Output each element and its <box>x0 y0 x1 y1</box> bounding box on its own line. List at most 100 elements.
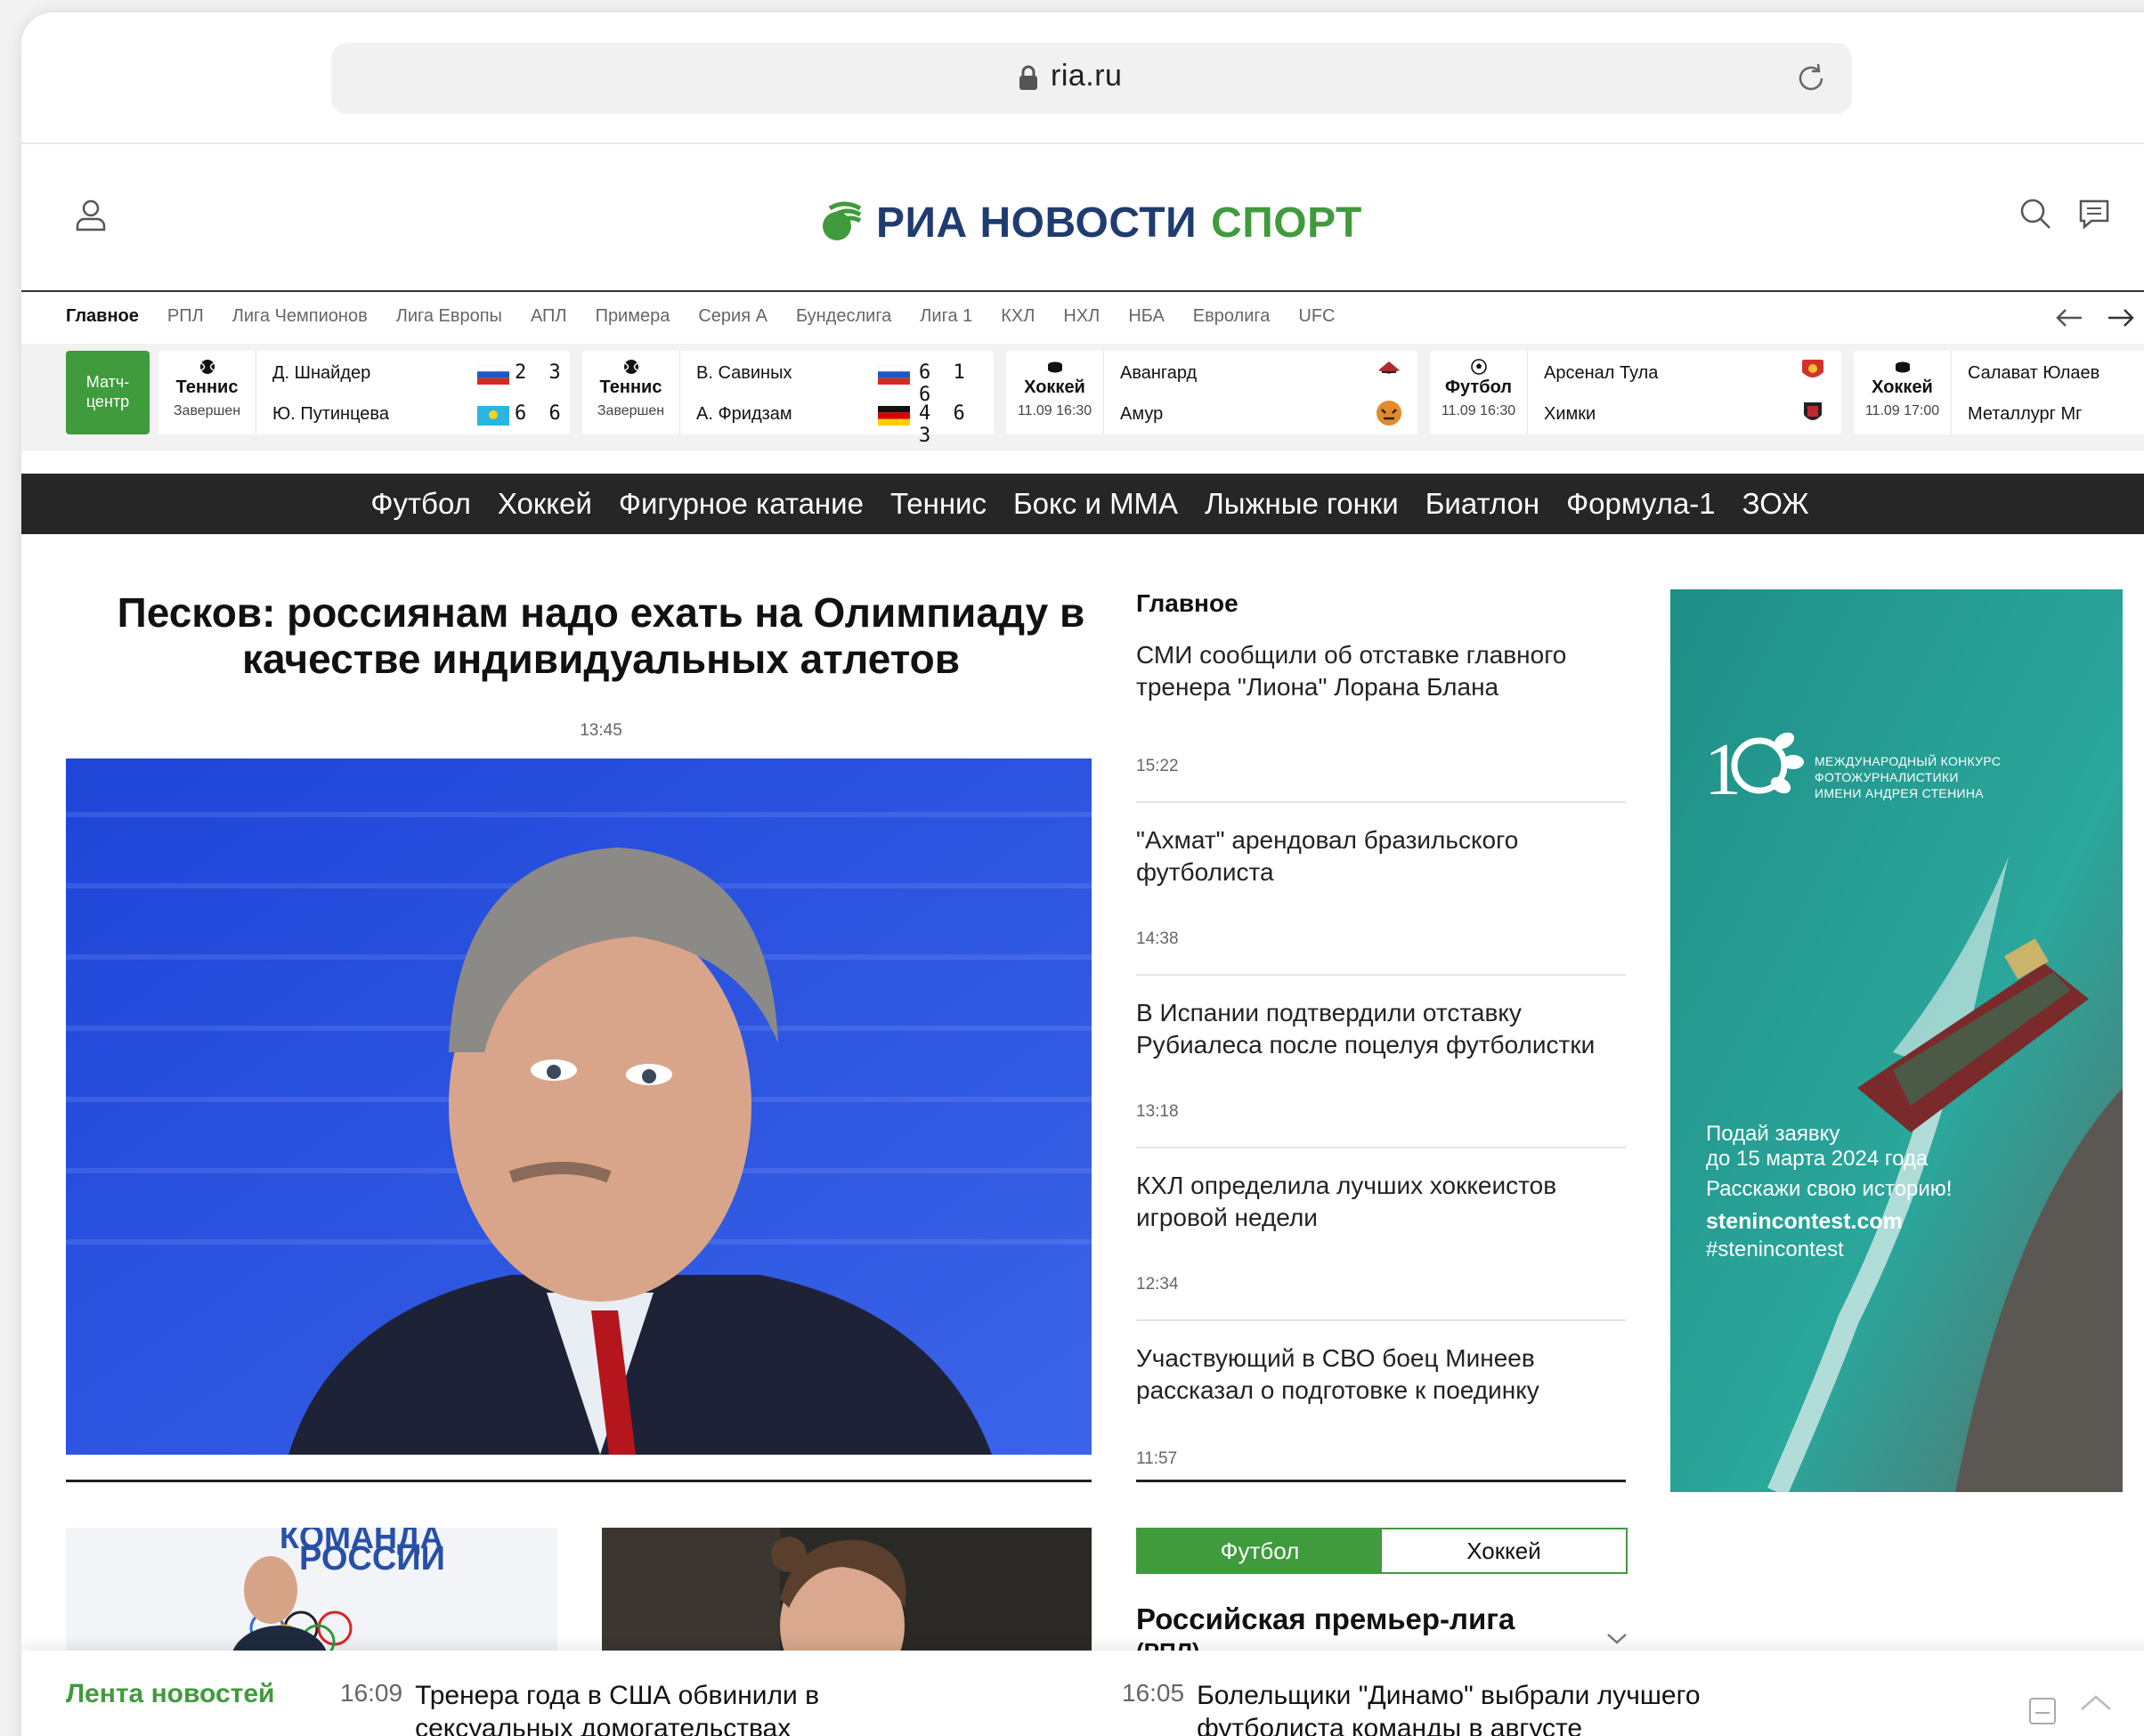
address-bar[interactable]: ria.ru <box>331 43 1852 114</box>
team-emblem-icon <box>1804 402 1822 420</box>
news-item[interactable]: КХЛ определила лучших хоккеистов игровой… <box>1136 1148 1626 1321</box>
match-team: Металлург Мг <box>1968 404 2083 424</box>
match-team: Ю. Путинцева <box>272 404 389 424</box>
league-nav-item[interactable]: Бундеслига <box>796 306 891 338</box>
reload-icon[interactable] <box>1791 59 1831 98</box>
kazakhstan-flag-icon <box>477 406 509 426</box>
team-emblem-icon <box>1377 401 1401 426</box>
news-headline: Участвующий в СВО боец Минеев рассказал … <box>1136 1344 1539 1404</box>
league-nav-item[interactable]: НБА <box>1128 306 1164 338</box>
league-nav-item[interactable]: КХЛ <box>1001 306 1035 338</box>
ticker-item[interactable]: 16:09 Тренера года в США обвинили в секс… <box>340 1679 985 1736</box>
match-card[interactable]: Теннис Завершен В. Савиных А. Фридзам 6 … <box>582 351 994 447</box>
league-nav-item[interactable]: Евролига <box>1193 306 1271 338</box>
news-item[interactable]: В Испании подтвердили отставку Рубиалеса… <box>1136 976 1626 1148</box>
league-nav-item[interactable]: РПЛ <box>167 306 204 338</box>
ad-hashtag: #stenincontest <box>1706 1237 1844 1261</box>
league-nav-item[interactable]: Главное <box>66 306 139 338</box>
league-nav-item[interactable]: Серия А <box>698 306 767 338</box>
sport-nav-item[interactable]: Теннис <box>890 487 987 521</box>
team-emblem-icon <box>1802 360 1823 377</box>
match-sport: Хоккей 11.09 17:00 <box>1854 351 1952 434</box>
news-ticker: Лента новостей 16:09 Тренера года в США … <box>21 1651 2144 1736</box>
sport-nav-item[interactable]: Формула-1 <box>1566 487 1716 521</box>
news-thumbnail[interactable]: КОМАНДА РОССИИ <box>66 1528 557 1661</box>
sport-nav-item[interactable]: Лыжные гонки <box>1205 487 1399 521</box>
tab-hockey[interactable]: Хоккей <box>1382 1529 1626 1572</box>
match-team: А. Фридзам <box>696 404 792 424</box>
news-thumbnail[interactable] <box>602 1528 1092 1661</box>
chevron-down-icon[interactable] <box>1604 1627 1629 1649</box>
match-card[interactable]: Хоккей 11.09 17:00 Салават Юлаев Металлу… <box>1854 351 2144 434</box>
match-sport: Футбол 11.09 16:30 <box>1430 351 1528 434</box>
arrow-right-icon[interactable] <box>2105 304 2137 331</box>
match-card[interactable]: Теннис Завершен Д. Шнайдер Ю. Путинцева … <box>158 351 570 434</box>
ad-line: до 15 марта 2024 года <box>1706 1147 1929 1171</box>
ticker-time: 16:09 <box>340 1679 403 1707</box>
sport-nav-item[interactable]: ЗОЖ <box>1742 487 1809 521</box>
league-nav-item[interactable]: НХЛ <box>1063 306 1100 338</box>
ticker-item[interactable]: 16:05 Болельщики "Динамо" выбрали лучшег… <box>1122 1679 1766 1736</box>
match-team: Д. Шнайдер <box>272 363 371 383</box>
league-nav-item[interactable]: Примера <box>596 306 670 338</box>
user-icon[interactable] <box>71 196 110 235</box>
league-table-title[interactable]: Российская премьер-лига <box>1136 1602 1515 1636</box>
advertisement-banner[interactable]: 1 МЕЖДУНАРОДНЫЙ КОНКУРС ФОТОЖУРНАЛИСТИКИ… <box>1670 589 2123 1492</box>
sport-nav-item[interactable]: Хоккей <box>498 487 592 521</box>
match-status: 11.09 16:30 <box>1441 403 1516 418</box>
match-score: 6 1 6 <box>919 361 970 406</box>
chevron-up-icon[interactable] <box>2078 1686 2114 1722</box>
league-nav-item[interactable]: Лига Чемпионов <box>232 306 368 338</box>
sport-nav-item[interactable]: Бокс и ММА <box>1013 487 1178 521</box>
league-nav-item[interactable]: Лига 1 <box>920 306 972 338</box>
ad-site-link[interactable]: stenincontest.com <box>1706 1209 1903 1235</box>
minimize-icon[interactable] <box>2025 1693 2060 1729</box>
search-icon[interactable] <box>2018 196 2053 231</box>
match-team: Арсенал Тула <box>1544 363 1659 383</box>
team-emblem-icon <box>1378 361 1400 374</box>
match-center-button[interactable]: Матч-центр <box>66 351 150 434</box>
match-status: Завершен <box>173 403 241 418</box>
logo-sport-text: СПОРТ <box>1211 199 1362 247</box>
ticker-label[interactable]: Лента новостей <box>66 1679 275 1709</box>
news-item[interactable]: Участвующий в СВО боец Минеев рассказал … <box>1136 1321 1626 1494</box>
sport-nav: Футбол Хоккей Фигурное катание Теннис Бо… <box>21 474 2144 534</box>
ticker-headline: Болельщики "Динамо" выбрали лучшего футб… <box>1197 1681 1701 1736</box>
news-headline: В Испании подтвердили отставку Рубиалеса… <box>1136 999 1596 1059</box>
top-news-heading: Главное <box>1136 589 1238 617</box>
tennis-ball-icon <box>199 360 215 374</box>
news-item[interactable]: СМИ сообщили об отставке главного тренер… <box>1136 639 1626 803</box>
sport-nav-item[interactable]: Биатлон <box>1425 487 1539 521</box>
top-news-list: Главное СМИ сообщили об отставке главног… <box>1136 589 1626 1494</box>
chat-icon[interactable] <box>2076 196 2112 231</box>
sport-tabs: Футбол Хоккей <box>1136 1528 1628 1574</box>
match-team: Салават Юлаев <box>1968 363 2100 383</box>
athlete-photo-illustration <box>602 1528 1092 1661</box>
news-headline: "Ахмат" арендовал бразильского футболист… <box>1136 826 1519 886</box>
news-headline: КХЛ определила лучших хоккеистов игровой… <box>1136 1172 1557 1231</box>
news-item[interactable]: "Ахмат" арендовал бразильского футболист… <box>1136 803 1626 976</box>
league-nav-item[interactable]: АПЛ <box>531 306 567 338</box>
ad-contest-line: ИМЕНИ АНДРЕЯ СТЕНИНА <box>1815 786 1984 800</box>
match-status: 11.09 16:30 <box>1017 403 1092 418</box>
match-card[interactable]: Хоккей 11.09 16:30 Авангард Амур <box>1006 351 1417 434</box>
match-sport: Теннис Завершен <box>582 351 680 434</box>
tab-football[interactable]: Футбол <box>1138 1529 1382 1572</box>
main-story-time: 13:45 <box>580 721 622 740</box>
lock-icon <box>1019 65 1037 90</box>
arrow-left-icon[interactable] <box>2053 304 2085 331</box>
match-status: Завершен <box>597 403 665 418</box>
sport-nav-item[interactable]: Футбол <box>370 487 471 521</box>
site-logo[interactable]: РИА НОВОСТИ СПОРТ <box>817 196 1362 249</box>
germany-flag-icon <box>878 406 910 426</box>
match-card[interactable]: Футбол 11.09 16:30 Арсенал Тула Химки <box>1430 351 1841 434</box>
ticker-time: 16:05 <box>1122 1679 1185 1707</box>
league-nav-item[interactable]: Лига Европы <box>396 306 502 338</box>
main-story-title[interactable]: Песков: россиянам надо ехать на Олимпиад… <box>89 589 1113 682</box>
main-story-photo[interactable] <box>66 758 1092 1455</box>
news-time: 13:18 <box>1136 1102 1179 1121</box>
sport-nav-item[interactable]: Фигурное катание <box>619 487 864 521</box>
match-sport-name: Хоккей <box>1024 377 1085 397</box>
league-nav-item[interactable]: UFC <box>1298 306 1335 338</box>
ad-line: Подай заявку <box>1706 1122 1840 1146</box>
